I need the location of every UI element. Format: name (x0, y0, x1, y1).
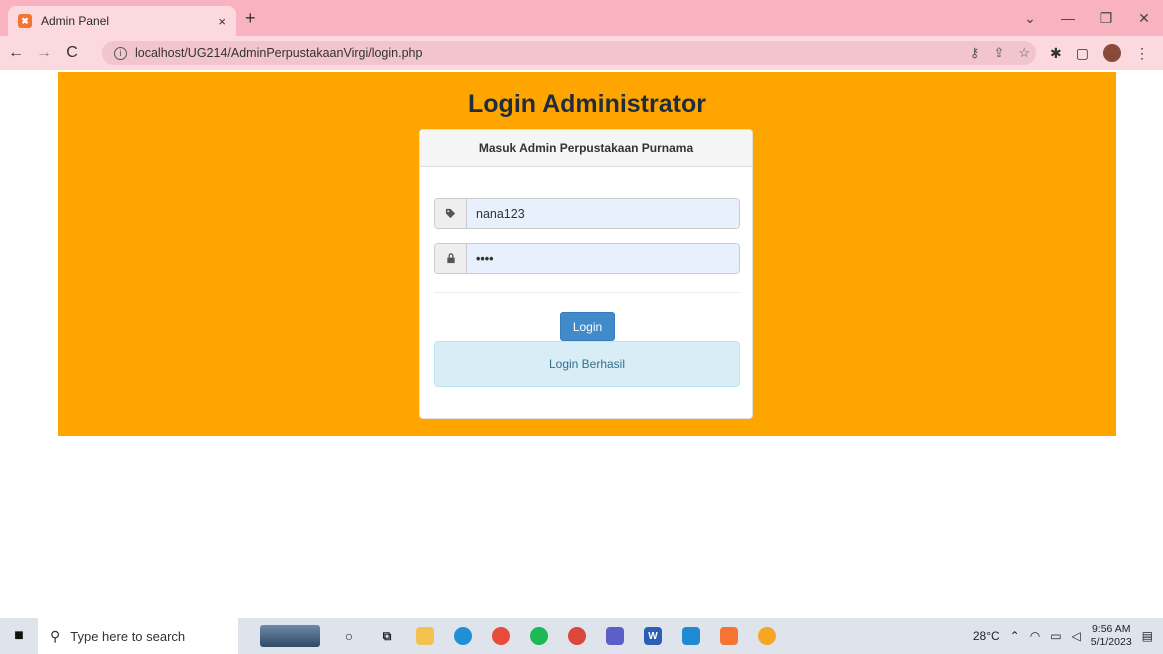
password-input[interactable] (467, 244, 739, 273)
tab-title: Admin Panel (41, 14, 110, 28)
file-explorer-icon[interactable] (416, 627, 434, 645)
tab-search-icon[interactable]: ⌄ (1011, 10, 1049, 27)
browser-tab-bar: ✖ Admin Panel × + ⌄ — ❐ ✕ (0, 0, 1163, 36)
cortana-icon[interactable]: ○ (340, 627, 358, 645)
login-panel: Masuk Admin Perpustakaan Purnama Login L… (419, 129, 753, 419)
tag-icon (435, 199, 467, 228)
search-icon: ⚲ (50, 627, 61, 644)
taskbar-search[interactable]: ⚲ Type here to search (38, 618, 238, 654)
chrome-icon[interactable] (492, 627, 510, 645)
panel-heading: Masuk Admin Perpustakaan Purnama (420, 130, 752, 167)
vscode-icon[interactable] (682, 627, 700, 645)
page-title: Login Administrator (468, 90, 706, 118)
window-controls: ⌄ — ❐ ✕ (1011, 0, 1163, 36)
news-widget-image[interactable] (260, 625, 320, 647)
xampp-favicon-icon: ✖ (18, 14, 32, 28)
edge-icon[interactable] (454, 627, 472, 645)
login-button[interactable]: Login (560, 312, 615, 341)
search-placeholder: Type here to search (70, 628, 186, 644)
login-banner: Login Administrator Masuk Admin Perpusta… (58, 72, 1116, 436)
reload-icon[interactable]: C (60, 44, 84, 62)
username-input[interactable] (467, 199, 739, 228)
site-info-icon[interactable]: i (114, 46, 127, 60)
weather-widget[interactable]: 28°C (973, 629, 1000, 643)
browser-toolbar: ← → C i localhost/UG214/AdminPerpustakaa… (0, 36, 1163, 70)
password-group (434, 243, 740, 274)
url-text[interactable]: localhost/UG214/AdminPerpustakaanVirgi/l… (135, 46, 422, 60)
chrome-profile-icon[interactable] (568, 627, 586, 645)
lock-icon (435, 244, 467, 273)
notification-icon[interactable]: ▤ (1142, 629, 1153, 643)
form-divider (434, 292, 740, 293)
address-bar[interactable]: i localhost/UG214/AdminPerpustakaanVirgi… (102, 41, 1036, 65)
back-arrow-icon[interactable]: ← (4, 44, 28, 62)
system-tray: 28°C ⌃ ◠ ▭ ◁ 9:56 AM 5/1/2023 ▤ (973, 623, 1163, 649)
volume-icon[interactable]: ◁ (1072, 629, 1081, 643)
new-tab-button[interactable]: + (245, 9, 256, 27)
battery-icon[interactable]: ▭ (1050, 629, 1061, 643)
tray-chevron-icon[interactable]: ⌃ (1010, 629, 1020, 643)
clock-time: 9:56 AM (1091, 623, 1131, 635)
wifi-icon[interactable]: ◠ (1030, 629, 1040, 643)
word-icon[interactable]: W (644, 627, 662, 645)
side-panel-icon[interactable]: ▢ (1076, 45, 1089, 62)
browser-menu-icon[interactable]: ⋮ (1135, 45, 1149, 62)
bookmark-star-icon[interactable]: ☆ (1018, 45, 1030, 61)
minimize-button[interactable]: — (1049, 10, 1087, 26)
xampp-icon[interactable] (720, 627, 738, 645)
key-icon[interactable]: ⚷ (970, 45, 980, 61)
extensions-puzzle-icon[interactable]: ✱ (1050, 45, 1062, 62)
restore-button[interactable]: ❐ (1087, 10, 1125, 27)
clock-date: 5/1/2023 (1090, 636, 1132, 648)
windows-start-icon[interactable]: ■ (0, 627, 38, 645)
task-view-icon[interactable]: ⧉ (378, 627, 396, 645)
close-window-button[interactable]: ✕ (1125, 10, 1163, 27)
windows-taskbar: ■ ⚲ Type here to search ○ ⧉ W 28°C ⌃ ◠ ▭… (0, 618, 1163, 654)
browser-tab[interactable]: ✖ Admin Panel × (8, 6, 236, 36)
taskbar-clock[interactable]: 9:56 AM 5/1/2023 (1091, 623, 1132, 649)
share-icon[interactable]: ⇪ (993, 45, 1004, 61)
spotify-icon[interactable] (530, 627, 548, 645)
username-group (434, 198, 740, 229)
teams-icon[interactable] (606, 627, 624, 645)
forward-arrow-icon[interactable]: → (32, 44, 56, 62)
app-icon[interactable] (758, 627, 776, 645)
success-alert: Login Berhasil (434, 341, 740, 387)
tab-close-icon[interactable]: × (218, 14, 226, 29)
profile-avatar[interactable] (1103, 44, 1121, 62)
page-content: Login Administrator Masuk Admin Perpusta… (0, 70, 1163, 618)
